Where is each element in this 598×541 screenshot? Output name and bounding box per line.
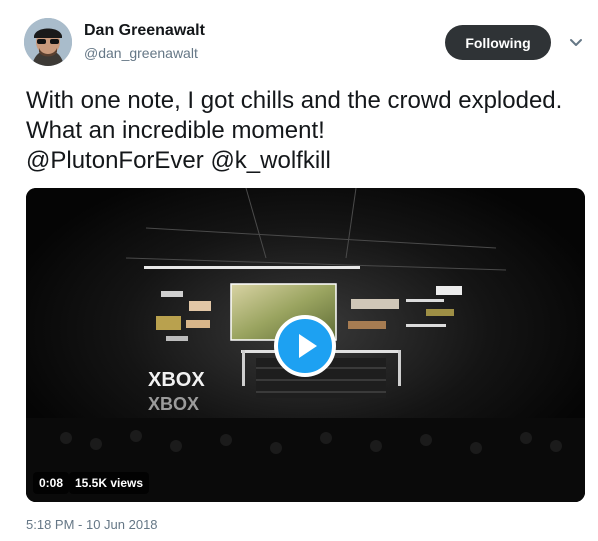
video-duration: 0:08 [33,472,70,494]
video-views: 15.5K views [69,472,150,494]
following-button[interactable]: Following [445,25,551,60]
tweet-body: With one note, I got chills and the crow… [26,87,563,144]
tweet-timestamp[interactable]: 5:18 PM - 10 Jun 2018 [26,517,158,532]
video-player[interactable]: XBOX XBOX 0:08 15.5K views [26,188,585,502]
tweet-text: With one note, I got chills and the crow… [26,86,571,176]
play-icon [299,334,317,358]
tweet-card: Dan Greenawalt @dan_greenawalt Following… [0,0,598,541]
avatar[interactable] [24,18,72,66]
xbox-sign: XBOX [148,369,205,391]
play-button[interactable] [274,315,336,377]
mention-link[interactable]: @k_wolfkill [210,147,330,174]
user-handle[interactable]: @dan_greenawalt [84,45,198,61]
user-name[interactable]: Dan Greenawalt [84,22,205,40]
xbox-sign-reflection: XBOX [148,394,199,414]
chevron-down-icon[interactable] [569,36,583,48]
mention-link[interactable]: @PlutonForEver [26,147,204,174]
